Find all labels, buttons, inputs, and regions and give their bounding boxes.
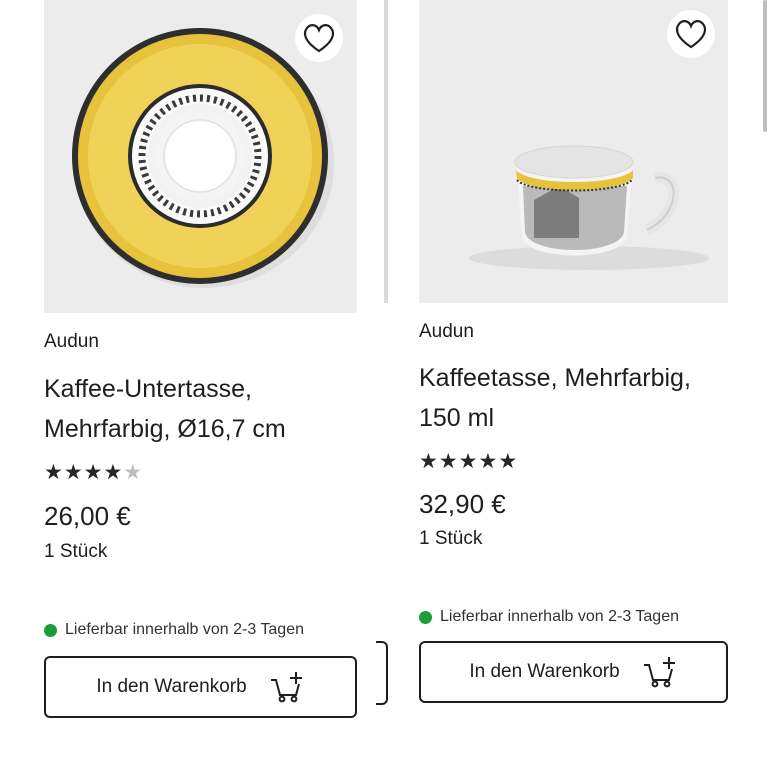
star-icon: ★ <box>478 450 499 473</box>
availability-dot-icon <box>419 610 432 624</box>
cart-add-icon <box>643 657 675 688</box>
product-brand: Audun <box>419 321 474 342</box>
product-title-line2: 150 ml <box>419 404 495 432</box>
product-image[interactable] <box>419 0 728 303</box>
star-icon: ★ <box>44 461 64 484</box>
product-image[interactable] <box>44 0 357 313</box>
product-title-line1: Kaffeetasse, Mehrfarbig, <box>419 364 691 392</box>
availability-dot-icon <box>44 623 57 637</box>
product-price: 26,00 € <box>44 501 131 531</box>
product-quantity: 1 Stück <box>419 528 483 549</box>
product-title-line2: Mehrfarbig, Ø16,7 cm <box>44 415 286 443</box>
star-icon: ★ <box>498 450 519 473</box>
star-icon: ★ <box>458 450 479 473</box>
availability-status: Lieferbar innerhalb von 2-3 Tagen <box>44 621 304 639</box>
product-brand: Audun <box>44 331 99 352</box>
star-icon: ★ <box>438 450 459 473</box>
star-icon: ★ <box>63 461 84 484</box>
availability-status: Lieferbar innerhalb von 2-3 Tagen <box>419 608 679 626</box>
cart-add-icon <box>270 672 302 703</box>
product-title-line1: Kaffee-Untertasse, <box>44 375 252 403</box>
star-icon: ★ <box>103 461 124 484</box>
product-card-saucer[interactable]: Audun Kaffee-Untertasse, Mehrfarbig, Ø16… <box>0 0 384 768</box>
product-quantity: 1 Stück <box>44 541 108 562</box>
add-to-cart-label: In den Warenkorb <box>96 676 247 697</box>
availability-text: Lieferbar innerhalb von 2-3 Tagen <box>440 608 679 625</box>
product-title[interactable]: Kaffeetasse, Mehrfarbig, 150 ml <box>419 358 759 438</box>
add-to-cart-button[interactable]: In den Warenkorb <box>44 656 357 718</box>
star-icon: ★ <box>419 450 439 473</box>
heart-icon <box>675 20 707 49</box>
rating-stars: ★★★★★ <box>44 460 143 485</box>
product-price: 32,90 € <box>419 489 506 519</box>
heart-icon <box>303 24 335 53</box>
availability-text: Lieferbar innerhalb von 2-3 Tagen <box>65 621 304 638</box>
favorite-button[interactable] <box>295 14 343 62</box>
star-icon: ★ <box>83 461 104 484</box>
page-scrollbar[interactable] <box>763 0 767 132</box>
star-empty-icon: ★ <box>123 461 144 484</box>
add-to-cart-button[interactable]: In den Warenkorb <box>419 641 728 703</box>
favorite-button[interactable] <box>667 10 715 58</box>
rating-stars: ★★★★★ <box>419 449 518 474</box>
add-to-cart-label: In den Warenkorb <box>469 661 620 682</box>
product-title[interactable]: Kaffee-Untertasse, Mehrfarbig, Ø16,7 cm <box>44 369 374 449</box>
product-card-cup[interactable]: Audun Kaffeetasse, Mehrfarbig, 150 ml ★★… <box>384 0 768 768</box>
